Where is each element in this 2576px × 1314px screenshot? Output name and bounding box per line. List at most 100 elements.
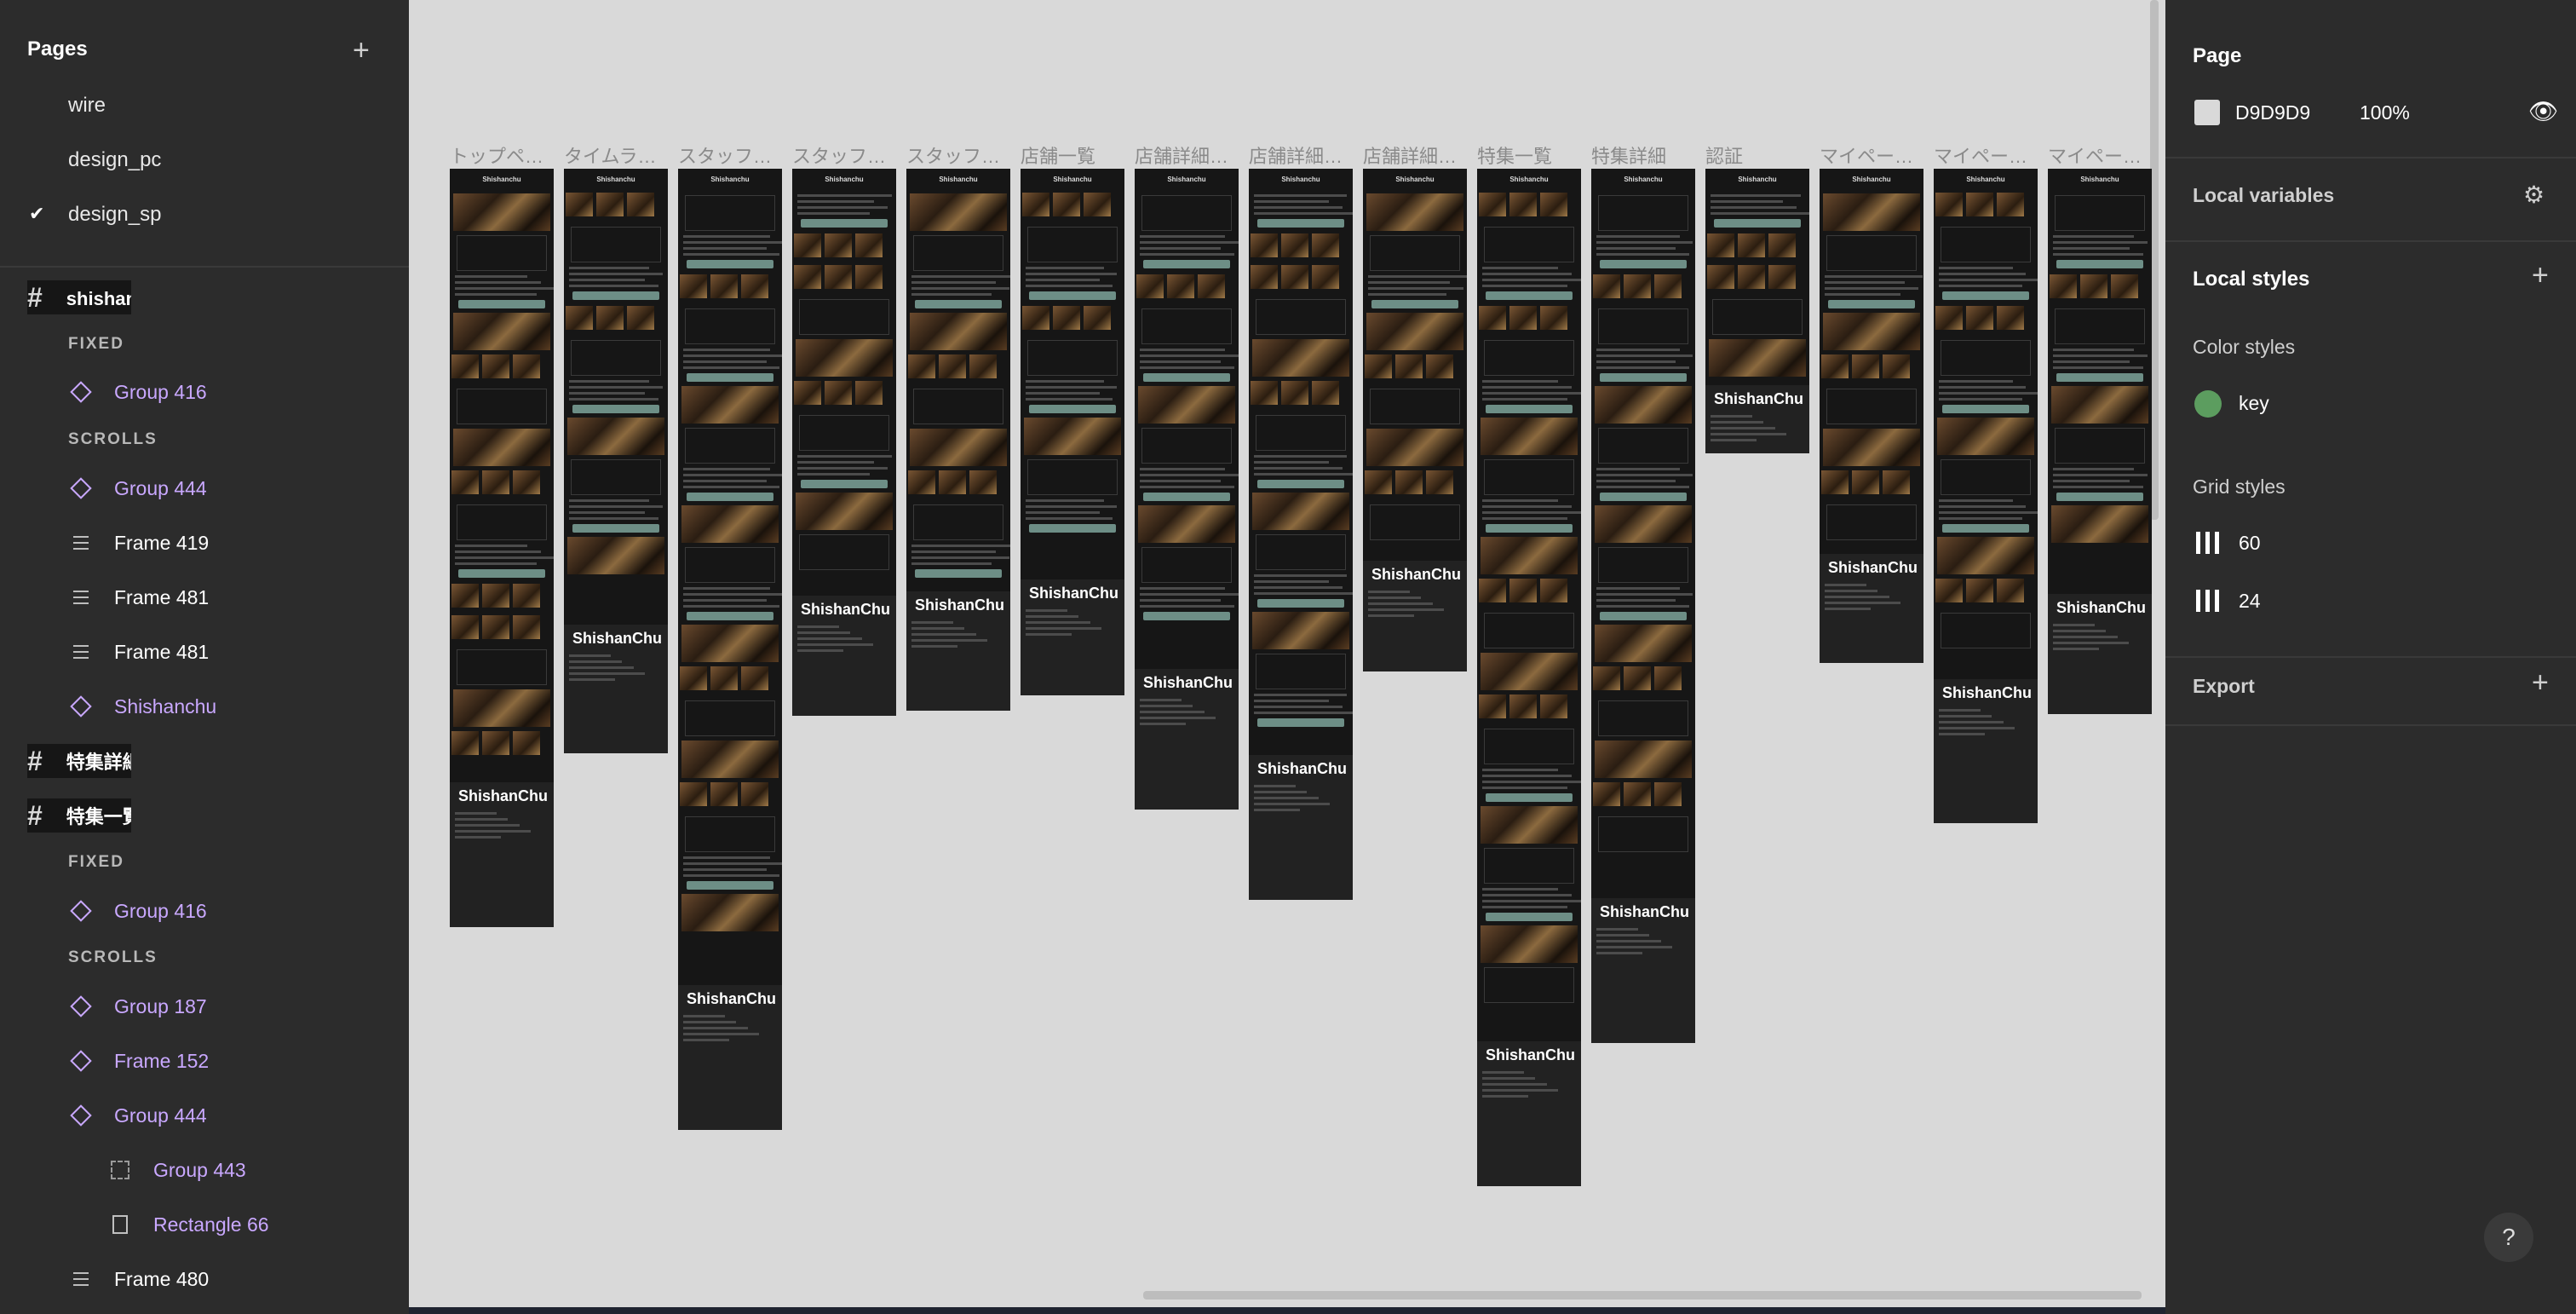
autolayout-icon [68, 530, 94, 556]
frame-title[interactable]: マイペー… [1934, 141, 2038, 169]
add-page-icon[interactable]: + [353, 36, 370, 65]
grid-style-60[interactable]: 60 [2239, 532, 2261, 555]
footer-brand: ShishanChu [1714, 390, 1804, 407]
frame-title[interactable]: 特集一覧 [1477, 141, 1581, 169]
text-line [569, 267, 649, 269]
frame-thumbnail[interactable]: Shishanchu ShishanChu [792, 169, 896, 716]
help-button[interactable]: ? [2484, 1213, 2533, 1262]
layer-group-444[interactable]: Group 444 [68, 471, 207, 505]
layer-frame-152[interactable]: Frame 152 [68, 1044, 209, 1078]
frame-title[interactable]: 店舗一覧 [1021, 141, 1124, 169]
frame-title[interactable]: スタッフ… [792, 141, 896, 169]
frame-thumbnail[interactable]: Shishanchu ShishanChu [1705, 169, 1809, 453]
frame-thumbnail[interactable]: Shishanchu ShishanChu [1934, 169, 2038, 823]
content-card [1256, 654, 1346, 689]
frame-title[interactable]: 店舗詳細… [1363, 141, 1467, 169]
frame-title[interactable]: 認証 [1705, 141, 1809, 169]
content-card [1484, 459, 1574, 495]
layer-frame-419[interactable]: Frame 419 [68, 526, 209, 560]
thumbnail-tile [1053, 306, 1080, 330]
text-line [455, 562, 538, 565]
content-card [685, 308, 775, 344]
frame-header: Shishanchu [1249, 169, 1353, 191]
page-item-wire[interactable]: wire [68, 94, 106, 118]
local-variables-title[interactable]: Local variables [2193, 184, 2334, 207]
text-line [1939, 267, 2013, 269]
layer-label: Shishanchu [114, 694, 217, 718]
text-line [683, 874, 780, 877]
frame-thumbnail[interactable]: Shishanchu ShishanChu [450, 169, 554, 927]
layer-frame-480[interactable]: Frame 480 [68, 1262, 209, 1296]
page-item-design-sp[interactable]: design_sp [68, 203, 161, 227]
page-bg-opacity[interactable]: 100% [2360, 101, 2410, 124]
thumbnail-tile [680, 274, 707, 298]
hero-image [1823, 193, 1920, 231]
page-bg-hex[interactable]: D9D9D9 [2235, 101, 2310, 124]
layer-group-443[interactable]: Group 443 [107, 1153, 246, 1187]
frame-title[interactable]: 店舗詳細… [1135, 141, 1239, 169]
add-style-icon[interactable]: + [2532, 259, 2549, 292]
frame-header: Shishanchu [1021, 169, 1124, 191]
thumbnail-tile [680, 666, 707, 690]
thumbnail-tile [1136, 274, 1164, 298]
layer-shishanchu[interactable]: Shishanchu [68, 689, 216, 723]
layer-frame-tokushu-shosai[interactable]: # 特集詳細 [27, 744, 131, 778]
layer-group-444-b[interactable]: Group 444 [68, 1098, 207, 1132]
export-title[interactable]: Export [2193, 675, 2255, 698]
frame-thumbnail[interactable]: Shishanchu ShishanChu [2048, 169, 2152, 714]
frame-title[interactable]: 特集詳細 [1591, 141, 1695, 169]
layer-group-416[interactable]: Group 416 [68, 375, 207, 409]
frame-thumbnail[interactable]: Shishanchu ShishanChu [1820, 169, 1923, 663]
page-bg-swatch[interactable] [2194, 100, 2220, 125]
text-line [1482, 398, 1568, 401]
frame-thumbnail[interactable]: Shishanchu ShishanChu [1135, 169, 1239, 810]
frame-footer: ShishanChu [2048, 594, 2152, 714]
footer-link [1825, 608, 1871, 611]
frame-thumbnail[interactable]: Shishanchu ShishanChu [1591, 169, 1695, 1043]
eye-icon[interactable]: 👁 [2528, 97, 2559, 125]
frame-title[interactable]: タイムラ… [564, 141, 668, 169]
text-line [1825, 281, 1905, 284]
page-item-design-pc[interactable]: design_pc [68, 148, 161, 172]
layer-frame-tokushu-ichiran[interactable]: # 特集一覧 [27, 798, 131, 833]
footer-link [569, 666, 634, 670]
frame-thumbnail[interactable]: Shishanchu ShishanChu [678, 169, 782, 1130]
frame-title[interactable]: マイペー… [2048, 141, 2152, 169]
frame-thumbnail[interactable]: Shishanchu ShishanChu [1249, 169, 1353, 900]
tile-row [1363, 353, 1467, 384]
frame-title[interactable]: スタッフ… [906, 141, 1010, 169]
frame-title[interactable]: スタッフ… [678, 141, 782, 169]
layer-frame-shishanchu-about[interactable]: # shishanchuについて_シーシャバー… [27, 280, 131, 314]
frame-title[interactable]: マイペー… [1820, 141, 1923, 169]
hero-image [1252, 339, 1349, 377]
hero-image [1481, 418, 1578, 455]
frame-thumbnail[interactable]: Shishanchu ShishanChu [564, 169, 668, 753]
color-style-swatch[interactable] [2194, 390, 2222, 418]
frame-title[interactable]: トップペ… [450, 141, 554, 169]
frame-title[interactable]: 店舗詳細… [1249, 141, 1353, 169]
footer-brand: ShishanChu [1143, 673, 1233, 691]
color-style-key[interactable]: key [2239, 392, 2269, 415]
layer-rectangle-66[interactable]: Rectangle 66 [107, 1207, 269, 1242]
hero-image [1937, 537, 2034, 574]
text-line [1596, 349, 1680, 351]
layer-frame-481-b[interactable]: Frame 481 [68, 635, 209, 669]
frame-header: Shishanchu [1135, 169, 1239, 191]
text-line [569, 398, 658, 401]
grid-style-24[interactable]: 24 [2239, 590, 2261, 613]
hero-image [681, 505, 779, 543]
content-card [1598, 195, 1688, 231]
thumbnail-tile [1593, 782, 1620, 806]
footer-link [1254, 791, 1308, 793]
horizontal-scrollbar[interactable] [1143, 1291, 2142, 1300]
frame-thumbnail[interactable]: Shishanchu ShishanChu [1021, 169, 1124, 695]
tile-row [1591, 665, 1695, 696]
frame-thumbnail[interactable]: Shishanchu ShishanChu [1363, 169, 1467, 671]
frame-thumbnail[interactable]: Shishanchu ShishanChu [1477, 169, 1581, 1186]
add-export-icon[interactable]: + [2532, 666, 2549, 700]
variables-settings-icon[interactable]: ⚙ [2523, 181, 2544, 209]
layer-frame-481[interactable]: Frame 481 [68, 580, 209, 614]
layer-group-187[interactable]: Group 187 [68, 989, 207, 1023]
frame-thumbnail[interactable]: Shishanchu ShishanChu [906, 169, 1010, 711]
layer-group-416-b[interactable]: Group 416 [68, 894, 207, 928]
